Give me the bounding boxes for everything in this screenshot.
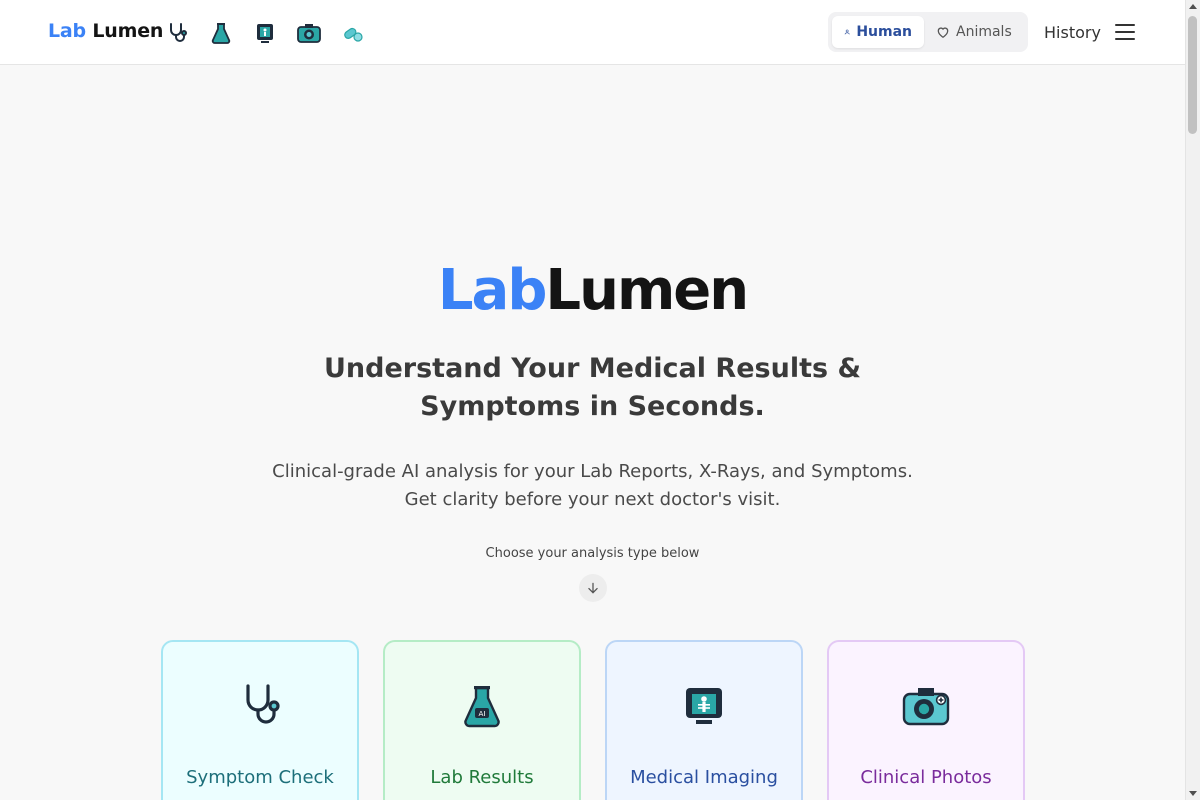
- heart-icon: [937, 27, 949, 39]
- toggle-animals-button[interactable]: Animals: [924, 16, 1024, 48]
- arrow-down-icon[interactable]: [579, 574, 607, 602]
- hero-description-line-2: Get clarity before your next doctor's vi…: [404, 489, 781, 510]
- toggle-human-label: Human: [856, 24, 912, 40]
- card-medical-imaging-label: Medical Imaging: [630, 767, 778, 788]
- brand-lumen: Lumen: [92, 20, 164, 42]
- card-symptom-check[interactable]: Symptom Check: [161, 640, 359, 800]
- card-symptom-check-label: Symptom Check: [186, 767, 334, 788]
- svg-text:AI: AI: [478, 709, 485, 718]
- species-toggle: Human Animals: [828, 12, 1028, 52]
- ai-flask-icon: AI: [464, 686, 500, 728]
- hamburger-menu-icon[interactable]: [1115, 24, 1135, 40]
- camera-icon: [902, 688, 950, 726]
- pills-icon[interactable]: [338, 18, 368, 48]
- page-scrollbar[interactable]: [1185, 0, 1200, 800]
- stethoscope-icon[interactable]: [162, 18, 192, 48]
- scroll-down-icon[interactable]: [1189, 791, 1197, 796]
- toggle-animals-label: Animals: [956, 24, 1012, 40]
- hero-description-line-1: Clinical-grade AI analysis for your Lab …: [272, 461, 913, 482]
- card-medical-imaging[interactable]: Medical Imaging: [605, 640, 803, 800]
- xray-monitor-icon[interactable]: [250, 18, 280, 48]
- choose-hint: Choose your analysis type below: [485, 546, 700, 561]
- scroll-up-icon[interactable]: [1189, 4, 1197, 9]
- person-icon: [844, 29, 850, 35]
- hero-title-lumen: Lumen: [545, 258, 749, 323]
- hero-title: LabLumen: [0, 258, 1185, 323]
- toggle-human-button[interactable]: Human: [832, 16, 924, 48]
- nav-icon-bar: [162, 18, 368, 48]
- brand-lab: Lab: [48, 20, 86, 42]
- top-navbar: Lab Lumen Human Animals History: [0, 0, 1185, 65]
- brand-logo[interactable]: Lab Lumen: [48, 20, 163, 42]
- hero-title-lab: Lab: [437, 258, 548, 323]
- hero-description: Clinical-grade AI analysis for your Lab …: [200, 458, 985, 514]
- card-lab-results[interactable]: AI Lab Results: [383, 640, 581, 800]
- card-clinical-photos-label: Clinical Photos: [860, 767, 992, 788]
- hero-subtitle: Understand Your Medical Results & Sympto…: [323, 353, 862, 422]
- stethoscope-icon: [246, 684, 280, 724]
- lab-flask-icon[interactable]: [206, 18, 236, 48]
- history-link[interactable]: History: [1044, 23, 1101, 42]
- card-lab-results-label: Lab Results: [430, 767, 534, 788]
- camera-icon[interactable]: [294, 18, 324, 48]
- xray-monitor-icon: [686, 688, 722, 724]
- scrollbar-thumb[interactable]: [1188, 16, 1197, 134]
- card-clinical-photos[interactable]: Clinical Photos: [827, 640, 1025, 800]
